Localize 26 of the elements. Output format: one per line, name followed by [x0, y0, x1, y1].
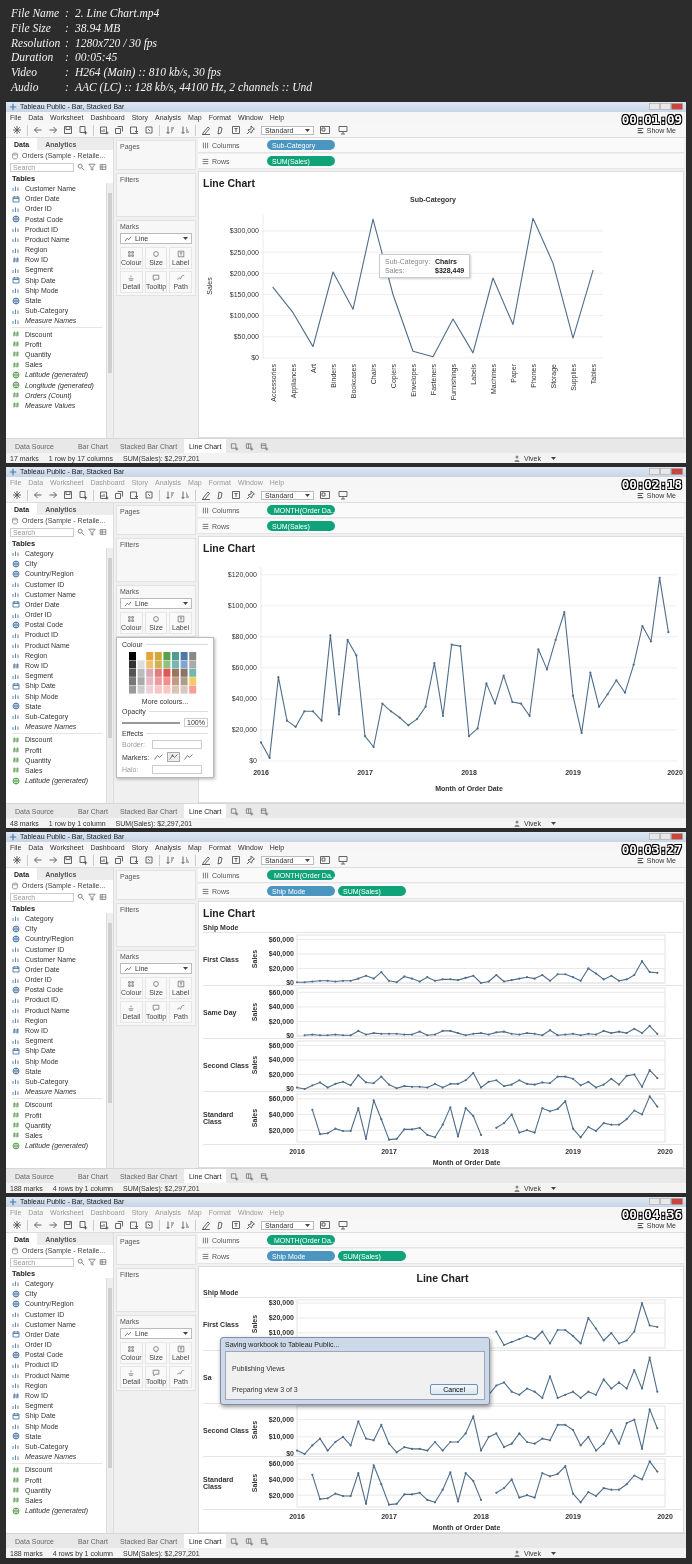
video-timestamp: 00:03:27 — [621, 842, 682, 857]
info-label: Video — [11, 66, 38, 79]
video-timestamp: 00:01:09 — [621, 112, 682, 127]
worksheet-title: Line Chart — [203, 541, 256, 557]
info-separator: : — [65, 80, 70, 93]
info-label: File Size — [11, 22, 52, 35]
info-separator: : — [65, 22, 70, 35]
worksheet-title: Line Chart — [203, 176, 256, 192]
info-value: 2. Line Chart.mp4 — [75, 7, 161, 20]
video-timestamp: 00:04:36 — [621, 1207, 682, 1222]
info-value: 38.94 MB — [75, 22, 122, 35]
info-separator: : — [65, 7, 70, 20]
info-label: Resolution — [11, 36, 62, 49]
video-timestamp: 00:02:18 — [621, 477, 682, 492]
info-value: AAC (LC) :: 128 kb/s, 44100 Hz, 2 channels :: Und — [75, 80, 312, 93]
info-separator: : — [65, 66, 70, 79]
info-label: Duration — [11, 51, 55, 64]
info-value: 00:05:45 — [75, 51, 119, 64]
info-separator: : — [65, 36, 70, 49]
info-label: File Name — [11, 7, 61, 20]
worksheet-title: Line Chart — [415, 1271, 470, 1287]
worksheet-title: Line Chart — [203, 906, 256, 922]
info-separator: : — [65, 51, 70, 64]
info-value: H264 (Main) :: 810 kb/s, 30 fps — [75, 66, 222, 79]
info-value: 1280x720 / 30 fps — [75, 36, 159, 49]
info-label: Audio — [11, 80, 40, 93]
